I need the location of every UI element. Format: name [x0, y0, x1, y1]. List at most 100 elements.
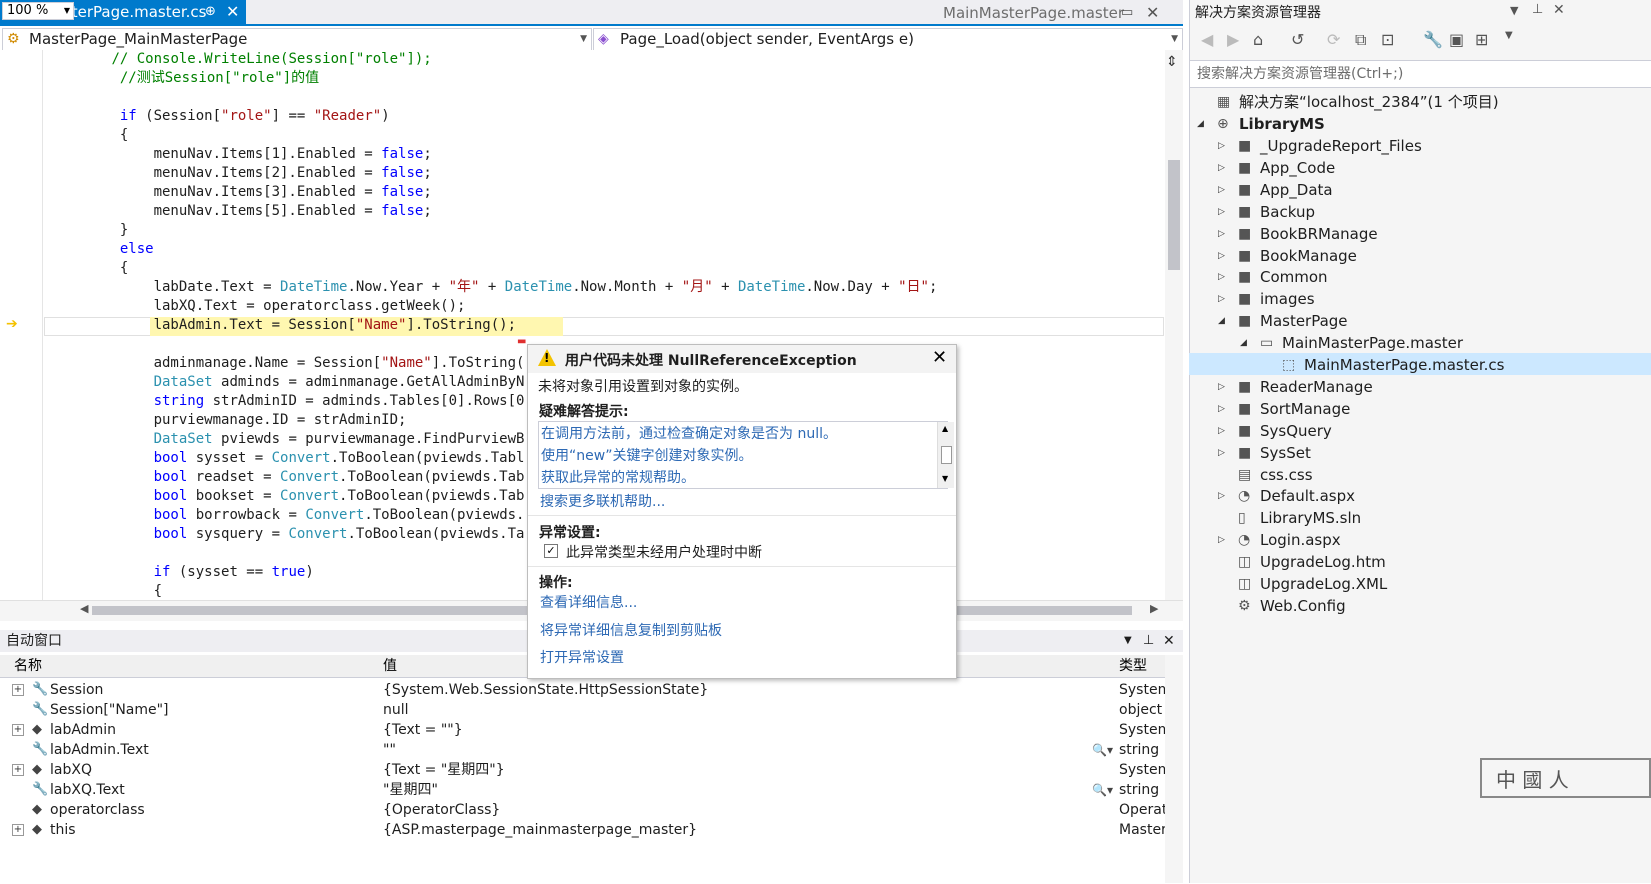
- view-detail-link[interactable]: 查看详细信息...: [540, 592, 637, 612]
- autos-scrollbar[interactable]: [1165, 655, 1183, 883]
- variable-value[interactable]: {Text = ""}: [383, 720, 463, 740]
- variable-value[interactable]: {OperatorClass}: [383, 800, 500, 820]
- scroll-right-icon[interactable]: ▶: [1150, 602, 1158, 615]
- tip-link[interactable]: 在调用方法前，通过检查确定对象是否为 null。: [541, 423, 837, 443]
- forward-icon[interactable]: ▶: [1227, 30, 1239, 49]
- autos-row[interactable]: + ◆ this {ASP.masterpage_mainmasterpage_mas…: [0, 820, 1167, 840]
- code-line[interactable]: bool bookset = Convert.ToBoolean(pviewds…: [44, 487, 525, 506]
- scroll-up-icon[interactable]: ▲: [942, 424, 948, 433]
- code-line[interactable]: labXQ.Text = operatorclass.getWeek();: [44, 297, 466, 316]
- expander-icon[interactable]: ▷: [1218, 201, 1225, 223]
- scroll-left-icon[interactable]: ◀: [80, 602, 88, 615]
- open-exception-settings-link[interactable]: 打开异常设置: [540, 647, 624, 667]
- autos-row[interactable]: 🔧 Session["Name"] null object: [0, 700, 1165, 720]
- show-all-files-icon[interactable]: ⊡: [1381, 30, 1394, 49]
- variable-value[interactable]: "星期四": [383, 780, 438, 800]
- code-line[interactable]: bool readset = Convert.ToBoolean(pviewds…: [44, 468, 525, 487]
- close-icon[interactable]: ✕: [1163, 630, 1175, 652]
- expand-icon[interactable]: +: [12, 724, 24, 736]
- pin-icon[interactable]: ⊥: [1143, 630, 1154, 652]
- expander-icon[interactable]: ▷: [1218, 529, 1225, 551]
- properties-icon[interactable]: 🔧: [1423, 30, 1443, 49]
- expander-icon[interactable]: ◢: [1240, 332, 1247, 354]
- variable-value[interactable]: "": [383, 740, 396, 760]
- scroll-thumb[interactable]: [941, 446, 952, 464]
- variable-value[interactable]: {System.Web.SessionState.HttpSessionStat…: [383, 680, 708, 700]
- expander-icon[interactable]: ▷: [1218, 376, 1225, 398]
- code-line[interactable]: if (sysset == true): [44, 563, 314, 582]
- expander-icon[interactable]: ▷: [1218, 245, 1225, 267]
- close-icon[interactable]: ✕: [1553, 2, 1565, 18]
- pin-icon[interactable]: ▭: [1121, 0, 1133, 26]
- chevron-down-icon[interactable]: ▼: [1505, 30, 1513, 41]
- expander-icon[interactable]: ▷: [1218, 179, 1225, 201]
- expander-icon[interactable]: ◢: [1197, 113, 1204, 135]
- expander-icon[interactable]: ▷: [1218, 157, 1225, 179]
- split-icon[interactable]: ⇕: [1166, 54, 1178, 70]
- search-more-link[interactable]: 搜索更多联机帮助...: [540, 491, 665, 511]
- code-line[interactable]: //测试Session["role"]的值: [44, 69, 319, 88]
- code-line[interactable]: menuNav.Items[2].Enabled = false;: [44, 164, 432, 183]
- class-dropdown[interactable]: ⚙ MasterPage_MainMasterPage ▼: [2, 28, 592, 51]
- code-line[interactable]: bool sysset = Convert.ToBoolean(pviewds.…: [44, 449, 525, 468]
- code-line[interactable]: else: [44, 240, 154, 259]
- method-dropdown[interactable]: ◈ Page_Load(object sender, EventArgs e) …: [593, 28, 1183, 51]
- column-name-header[interactable]: 名称: [14, 655, 42, 677]
- variable-value[interactable]: {ASP.masterpage_mainmasterpage_master}: [383, 820, 697, 840]
- autos-row[interactable]: 🔧 labXQ.Text "星期四" 🔍▾ string: [0, 780, 1165, 800]
- tab-mainmasterpage-master[interactable]: MainMasterPage.master ▭ ✕: [935, 0, 1183, 24]
- expander-icon[interactable]: ◢: [1218, 310, 1225, 332]
- close-tab-icon[interactable]: ✕: [1146, 0, 1159, 26]
- copy-detail-link[interactable]: 将异常详细信息复制到剪贴板: [540, 620, 722, 640]
- code-line[interactable]: if (Session["role"] == "Reader"): [44, 107, 390, 126]
- expander-icon[interactable]: ▷: [1218, 288, 1225, 310]
- column-value-header[interactable]: 值: [383, 655, 397, 677]
- preview-icon[interactable]: ▣: [1449, 30, 1464, 49]
- autos-row[interactable]: + ◆ labXQ {Text = "星期四"} System: [0, 760, 1171, 780]
- expand-icon[interactable]: +: [12, 764, 24, 776]
- code-line[interactable]: menuNav.Items[3].Enabled = false;: [44, 183, 432, 202]
- code-line[interactable]: purviewmanage.ID = strAdminID;: [44, 411, 407, 430]
- close-icon[interactable]: ✕: [932, 347, 947, 368]
- code-line[interactable]: string strAdminID = adminds.Tables[0].Ro…: [44, 392, 525, 411]
- code-line[interactable]: labDate.Text = DateTime.Now.Year + "年" +…: [44, 278, 938, 297]
- code-line[interactable]: DataSet adminds = adminmanage.GetAllAdmi…: [44, 373, 525, 392]
- code-line[interactable]: menuNav.Items[1].Enabled = false;: [44, 145, 432, 164]
- close-tab-icon[interactable]: ✕: [226, 0, 239, 24]
- code-line[interactable]: adminmanage.Name = Session["Name"].ToStr…: [44, 354, 525, 373]
- autos-row[interactable]: + 🔧 Session {System.Web.SessionState.HttpSe…: [0, 680, 1171, 700]
- history-icon[interactable]: ↺: [1291, 30, 1304, 49]
- expander-icon[interactable]: ▷: [1218, 223, 1225, 245]
- editor-vertical-scroll-thumb[interactable]: [1168, 160, 1180, 270]
- collapse-all-icon[interactable]: ⧉: [1355, 30, 1366, 50]
- variable-value[interactable]: {Text = "星期四"}: [383, 760, 505, 780]
- code-line[interactable]: {: [44, 582, 162, 600]
- tip-link[interactable]: 获取此异常的常规帮助。: [541, 467, 695, 487]
- pin-icon[interactable]: ⊥: [1532, 2, 1543, 17]
- code-line[interactable]: // Console.WriteLine(Session["role"]);: [44, 50, 431, 69]
- tips-scrollbar[interactable]: ▲ ▼: [937, 422, 954, 488]
- tip-link[interactable]: 使用“new”关键字创建对象实例。: [541, 445, 752, 465]
- visualizer-icon[interactable]: 🔍▾: [1092, 780, 1113, 800]
- break-on-exception-checkbox[interactable]: ✓: [544, 544, 558, 558]
- expand-icon[interactable]: +: [12, 684, 24, 696]
- code-line[interactable]: menuNav.Items[5].Enabled = false;: [44, 202, 432, 221]
- autos-row[interactable]: + ◆ labAdmin {Text = ""} System: [0, 720, 1171, 740]
- visualizer-icon[interactable]: 🔍▾: [1092, 740, 1113, 760]
- code-line[interactable]: bool borrowback = Convert.ToBoolean(pvie…: [44, 506, 525, 525]
- code-line[interactable]: labAdmin.Text = Session["Name"].ToString…: [44, 316, 516, 335]
- column-type-header[interactable]: 类型: [1119, 655, 1147, 677]
- code-line[interactable]: bool sysquery = Convert.ToBoolean(pviewd…: [44, 525, 525, 544]
- expander-icon[interactable]: ▷: [1218, 420, 1225, 442]
- expander-icon[interactable]: ▷: [1218, 442, 1225, 464]
- back-icon[interactable]: ◀: [1201, 30, 1213, 49]
- expander-icon[interactable]: ▷: [1218, 398, 1225, 420]
- expander-icon[interactable]: ▷: [1218, 266, 1225, 288]
- scroll-down-icon[interactable]: ▼: [942, 474, 948, 483]
- dropdown-icon[interactable]: ▼: [1124, 630, 1132, 652]
- editor-vertical-scrollbar[interactable]: [1165, 50, 1183, 600]
- variable-value[interactable]: null: [383, 700, 409, 720]
- code-line[interactable]: {: [44, 259, 128, 278]
- dropdown-icon[interactable]: ▼: [1510, 4, 1518, 17]
- code-line[interactable]: }: [44, 221, 128, 240]
